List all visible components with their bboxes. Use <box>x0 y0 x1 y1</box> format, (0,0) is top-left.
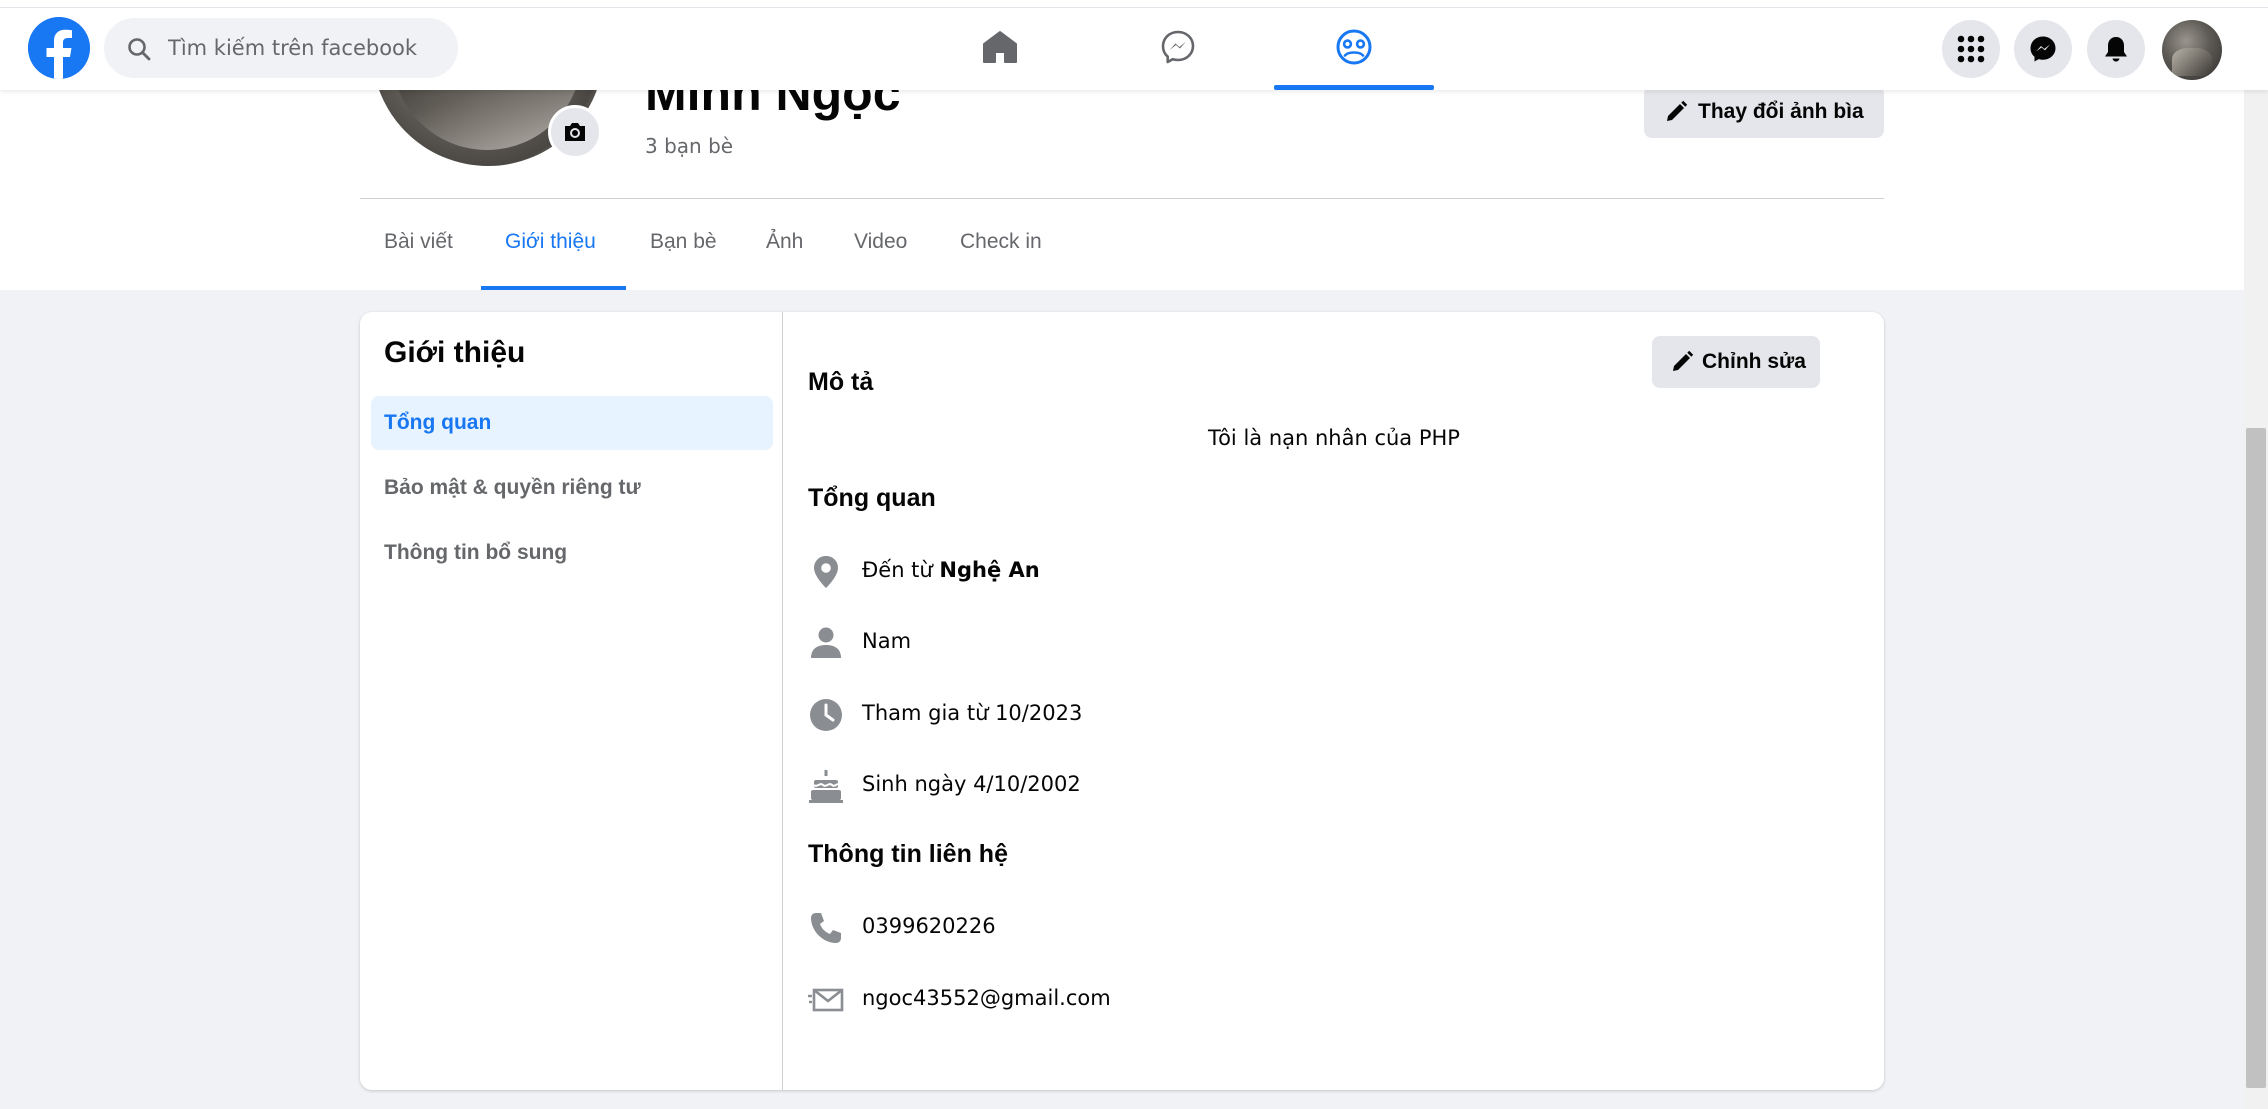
active-tab-underline <box>481 286 626 290</box>
search-box[interactable] <box>104 18 458 78</box>
tab-check-in-label: Check in <box>960 230 1042 253</box>
tab-videos[interactable]: Video <box>830 208 938 290</box>
tab-posts-label: Bài viết <box>384 230 453 253</box>
window-top-edge <box>0 0 2268 8</box>
about-menu-privacy-label: Bảo mật & quyền riêng tư <box>384 476 641 499</box>
change-cover-photo-label: Thay đổi ảnh bìa <box>1698 100 1864 123</box>
tab-check-in[interactable]: Check in <box>936 208 1064 290</box>
person-icon <box>811 627 841 658</box>
contact-heading: Thông tin liên hệ <box>808 840 1008 868</box>
friend-count[interactable]: 3 bạn bè <box>645 134 733 158</box>
tab-about[interactable]: Giới thiệu <box>481 208 626 290</box>
cake-icon <box>809 770 843 803</box>
active-tab-indicator <box>1274 85 1434 90</box>
messenger-icon <box>2030 36 2056 62</box>
search-icon <box>128 38 151 61</box>
nav-tab-messenger[interactable] <box>1098 8 1258 90</box>
tab-about-label: Giới thiệu <box>505 230 596 253</box>
notifications-button[interactable] <box>2087 20 2145 78</box>
tab-photos-label: Ảnh <box>766 230 804 253</box>
edit-button-label: Chỉnh sửa <box>1702 350 1806 373</box>
gender-text: Nam <box>862 629 912 653</box>
account-avatar[interactable] <box>2162 20 2222 80</box>
grid-menu-icon <box>1957 35 1985 63</box>
update-profile-picture-button[interactable] <box>548 105 602 159</box>
description-text: Tôi là nạn nhân của PHP <box>1208 426 1460 450</box>
home-icon <box>983 31 1017 63</box>
about-menu-privacy[interactable]: Bảo mật & quyền riêng tư <box>371 461 773 515</box>
top-navigation-bar <box>0 8 2268 90</box>
facebook-logo-icon[interactable] <box>28 17 90 79</box>
nav-tab-groups[interactable] <box>1274 8 1434 90</box>
description-heading: Mô tả <box>808 368 874 396</box>
profile-name-container: Minh Ngọc <box>640 90 1040 122</box>
nav-tab-home[interactable] <box>920 8 1080 90</box>
about-sidebar: Giới thiệu Tổng quan Bảo mật & quyền riê… <box>360 312 783 1090</box>
about-menu-overview[interactable]: Tổng quan <box>371 396 773 450</box>
location-pin-icon <box>814 556 838 588</box>
hometown-text: Đến từ Nghệ An <box>862 558 1040 582</box>
header-divider <box>360 198 1884 199</box>
tab-friends[interactable]: Bạn bè <box>626 208 744 290</box>
email-text[interactable]: ngoc43552@gmail.com <box>862 986 1111 1010</box>
clock-icon <box>810 699 842 731</box>
birthday-text: Sinh ngày 4/10/2002 <box>862 772 1081 796</box>
edit-button[interactable]: Chỉnh sửa <box>1652 336 1820 388</box>
camera-icon <box>565 123 585 141</box>
profile-header: Minh Ngọc 3 bạn bè Thay đổi ảnh bìa Bài … <box>0 30 2244 290</box>
tab-videos-label: Video <box>854 230 908 253</box>
about-card: Giới thiệu Tổng quan Bảo mật & quyền riê… <box>360 312 1884 1090</box>
about-menu-additional-info[interactable]: Thông tin bổ sung <box>371 526 773 580</box>
page-scrollbar-thumb[interactable] <box>2246 428 2266 1088</box>
about-title: Giới thiệu <box>384 336 526 369</box>
about-menu-additional-info-label: Thông tin bổ sung <box>384 541 568 564</box>
messenger-button[interactable] <box>2014 20 2072 78</box>
joined-text: Tham gia từ 10/2023 <box>862 701 1083 725</box>
bell-icon <box>2105 37 2127 62</box>
pencil-icon <box>1673 350 1694 371</box>
groups-icon <box>1336 29 1372 65</box>
search-input[interactable] <box>166 18 446 78</box>
messenger-icon <box>1161 30 1195 64</box>
hometown-prefix: Đến từ <box>862 558 933 582</box>
tab-photos[interactable]: Ảnh <box>742 208 832 290</box>
phone-icon <box>811 913 841 943</box>
profile-name: Minh Ngọc <box>645 90 901 121</box>
about-content: Chỉnh sửa Mô tả Tôi là nạn nhân của PHP … <box>784 312 1884 1090</box>
overview-heading: Tổng quan <box>808 484 936 512</box>
mail-icon <box>808 988 844 1012</box>
tab-posts[interactable]: Bài viết <box>360 208 478 290</box>
phone-text[interactable]: 0399620226 <box>862 914 996 938</box>
pencil-icon <box>1667 100 1688 121</box>
menu-button[interactable] <box>1942 20 2000 78</box>
about-menu-overview-label: Tổng quan <box>384 411 492 434</box>
hometown-value[interactable]: Nghệ An <box>939 558 1039 582</box>
change-cover-photo-button[interactable]: Thay đổi ảnh bìa <box>1644 86 1884 138</box>
tab-friends-label: Bạn bè <box>650 230 717 253</box>
